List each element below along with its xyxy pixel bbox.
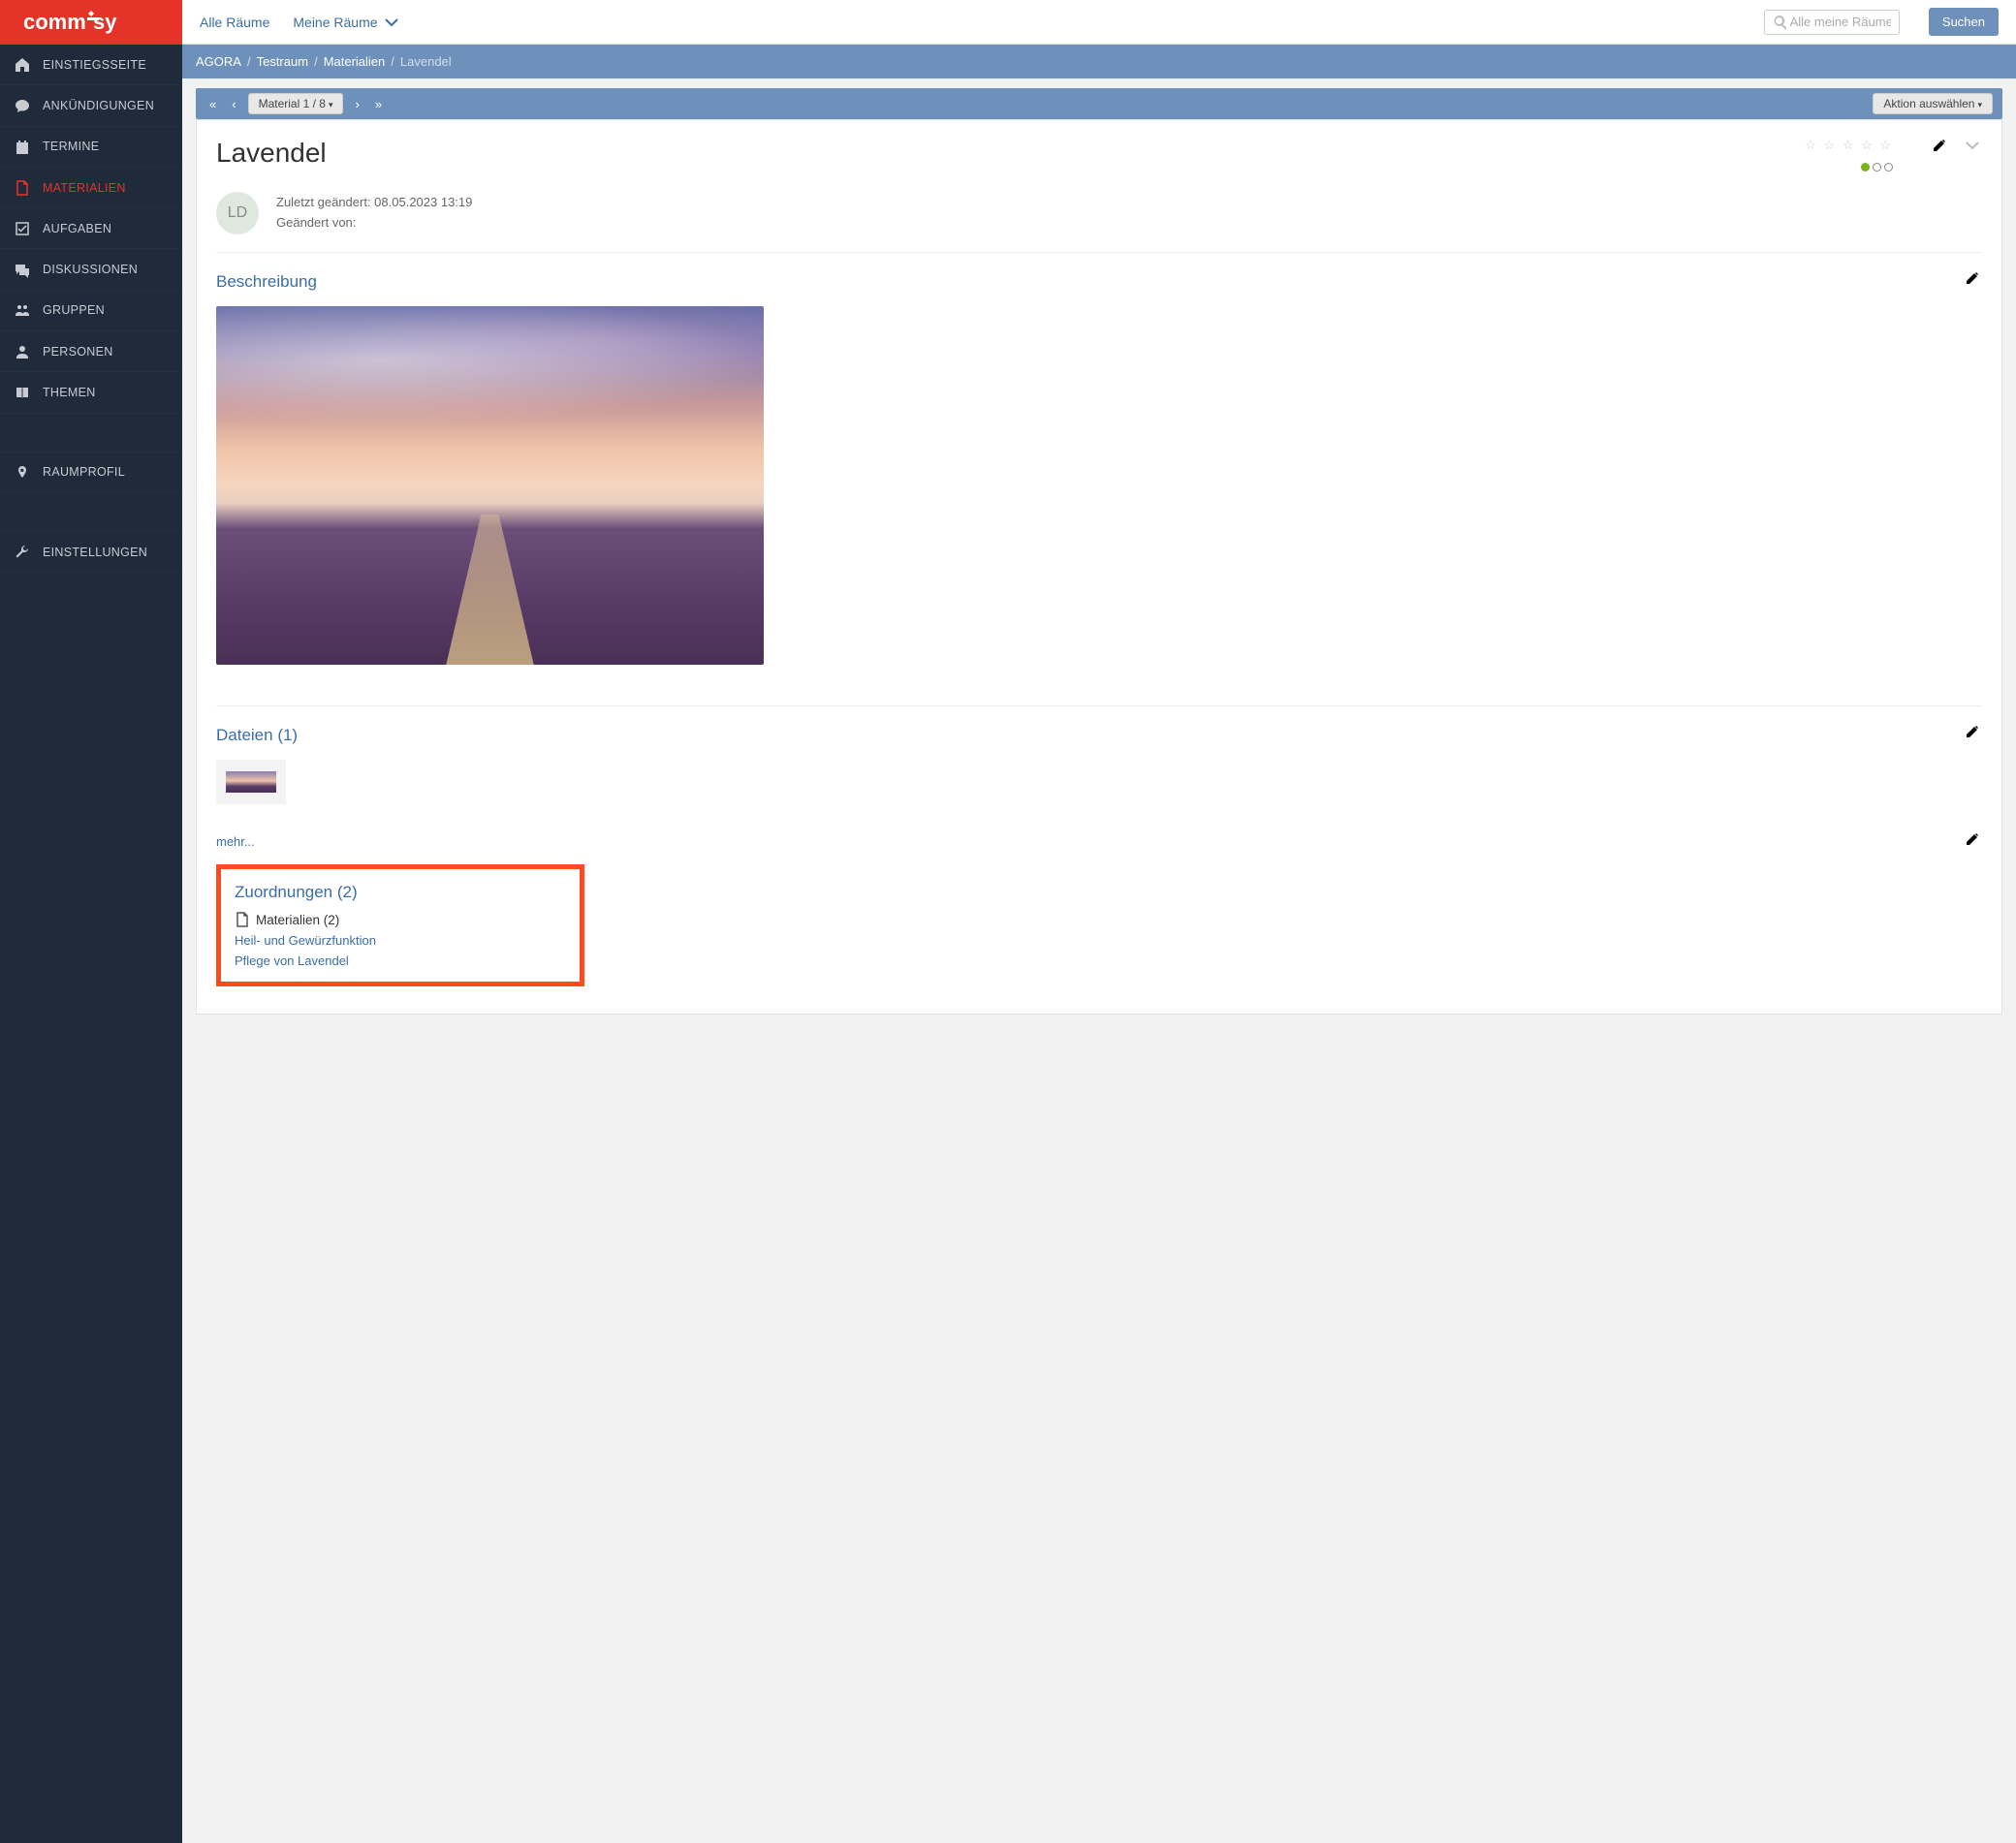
nav-label: EINSTIEGSSEITE [43, 58, 146, 72]
search-box[interactable] [1764, 10, 1900, 35]
assignment-link[interactable]: Pflege von Lavendel [235, 953, 566, 968]
assignments-heading: Zuordnungen (2) [235, 883, 358, 902]
material-nav-strip: « ‹ Material 1 / 8▾ › » Aktion auswählen… [196, 88, 2002, 119]
nav-label: THEMEN [43, 386, 96, 399]
edit-title-button[interactable] [1932, 138, 1949, 160]
svg-text:sy: sy [93, 10, 117, 34]
edit-files-button[interactable] [1965, 724, 1982, 746]
file-icon [14, 179, 31, 196]
nav-personen[interactable]: PERSONEN [0, 331, 182, 372]
material-position-label: Material 1 / 8 [259, 97, 326, 110]
action-select-dropdown[interactable]: Aktion auswählen▾ [1873, 93, 1993, 114]
search-input[interactable] [1790, 15, 1891, 29]
breadcrumb: AGORA/Testraum/Materialien/Lavendel [182, 45, 2016, 78]
edit-assignments-button[interactable] [1965, 831, 1982, 854]
nav-themen[interactable]: THEMEN [0, 372, 182, 413]
nav-termine[interactable]: TERMINE [0, 127, 182, 168]
breadcrumb-link[interactable]: Testraum [257, 54, 308, 69]
nav-label: GRUPPEN [43, 303, 105, 317]
breadcrumb-link[interactable]: AGORA [196, 54, 241, 69]
prev-page-button[interactable]: ‹ [228, 95, 239, 113]
breadcrumb-link[interactable]: Materialien [324, 54, 386, 69]
nav-label: TERMINE [43, 140, 99, 153]
topbar: Alle Räume Meine Räume Suchen [182, 0, 2016, 45]
home-icon [14, 56, 31, 73]
assignment-link[interactable]: Heil- und Gewürzfunktion [235, 933, 566, 948]
my-rooms-label: Meine Räume [293, 15, 377, 30]
check-icon [14, 220, 31, 236]
logo[interactable]: commsy [0, 0, 182, 45]
more-files-link[interactable]: mehr... [216, 834, 1982, 849]
nav-ankündigungen[interactable]: ANKÜNDIGUNGEN [0, 85, 182, 126]
material-card: Lavendel ☆ ☆ ☆ ☆ ☆ LD Zuletzt geändert: … [196, 119, 2002, 1015]
nav-aufgaben[interactable]: AUFGABEN [0, 208, 182, 249]
all-rooms-link[interactable]: Alle Räume [200, 15, 269, 30]
description-heading: Beschreibung [216, 272, 317, 292]
material-position-dropdown[interactable]: Material 1 / 8▾ [248, 93, 344, 114]
nav-label: PERSONEN [43, 345, 113, 359]
pin-icon [14, 464, 31, 481]
search-button[interactable]: Suchen [1929, 8, 1999, 36]
next-page-button[interactable]: › [351, 95, 362, 113]
file-thumbnail[interactable] [216, 760, 286, 804]
nav-gruppen[interactable]: GRUPPEN [0, 291, 182, 331]
chat-icon [14, 261, 31, 277]
nav-materialien[interactable]: MATERIALIEN [0, 168, 182, 208]
wrench-icon [14, 544, 31, 560]
action-select-label: Aktion auswählen [1883, 97, 1974, 110]
assignments-subheading: Materialien (2) [256, 913, 339, 927]
search-icon [1773, 15, 1786, 30]
last-page-button[interactable]: » [371, 95, 386, 113]
svg-text:comm: comm [23, 10, 86, 34]
nav-label: EINSTELLUNGEN [43, 546, 147, 559]
page-title: Lavendel [216, 138, 327, 169]
status-dots [1805, 159, 1893, 174]
author-avatar: LD [216, 192, 259, 234]
group-icon [14, 302, 31, 319]
edit-description-button[interactable] [1965, 270, 1982, 293]
nav-label: RAUMPROFIL [43, 465, 125, 479]
nav-label: MATERIALIEN [43, 181, 126, 195]
changed-by-label: Geändert von: [276, 213, 472, 234]
bubble-icon [14, 97, 31, 113]
nav-diskussionen[interactable]: DISKUSSIONEN [0, 249, 182, 290]
breadcrumb-current: Lavendel [400, 54, 452, 69]
files-heading: Dateien (1) [216, 726, 298, 745]
collapse-button[interactable] [1965, 138, 1982, 160]
nav-label: ANKÜNDIGUNGEN [43, 99, 154, 112]
nav-einstellungen[interactable]: EINSTELLUNGEN [0, 532, 182, 573]
nav-label: DISKUSSIONEN [43, 263, 138, 276]
nav-label: AUFGABEN [43, 222, 111, 235]
chevron-down-icon [384, 15, 399, 30]
assignments-highlight: Zuordnungen (2) Materialien (2) Heil- un… [216, 864, 584, 986]
nav-raumprofil[interactable]: RAUMPROFIL [0, 453, 182, 493]
user-icon [14, 343, 31, 359]
book-icon [14, 384, 31, 400]
nav-einstiegsseite[interactable]: EINSTIEGSSEITE [0, 45, 182, 85]
sidebar: commsy EINSTIEGSSEITE ANKÜNDIGUNGEN TERMIN… [0, 0, 182, 1843]
file-icon [235, 912, 250, 927]
rating-stars[interactable]: ☆ ☆ ☆ ☆ ☆ [1805, 138, 1893, 153]
first-page-button[interactable]: « [205, 95, 220, 113]
calendar-icon [14, 139, 31, 155]
description-image [216, 306, 764, 665]
last-changed-label: Zuletzt geändert: 08.05.2023 13:19 [276, 193, 472, 213]
my-rooms-dropdown[interactable]: Meine Räume [293, 15, 398, 30]
